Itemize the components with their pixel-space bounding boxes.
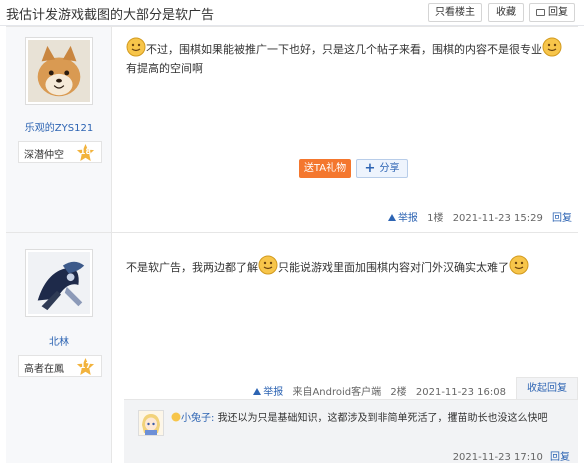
post-tail: 举报 来自Android客户端 2楼 2021-11-23 16:08 xyxy=(247,383,506,398)
level-title: 深潜仲空 xyxy=(24,150,64,161)
client-source: 来自Android客户端 xyxy=(292,387,382,398)
post-text-continued: 有提高的空间啊 xyxy=(126,62,203,75)
level-number: 17 xyxy=(79,361,92,370)
reply-link[interactable]: 回复 xyxy=(552,213,572,224)
figure-avatar-image xyxy=(28,252,90,314)
post-content: 不过，围棋如果能被推广一下也好，只是这几个帖子来看，围棋的内容不是很专业 有提高… xyxy=(126,37,568,78)
reply-icon xyxy=(536,9,545,16)
favorite-button[interactable]: 收藏 xyxy=(488,3,524,22)
sub-reply-content: 小兔子: 我还以为只是基础知识，这都涉及到非简单死活了，攫苗助长也没这么快吧 xyxy=(171,410,550,427)
smiley-emoji-icon xyxy=(542,37,562,57)
smiley-emoji-icon xyxy=(258,255,278,275)
thread-header: 我估计发游戏截图的大部分是软广告 只看楼主 收藏 回复 xyxy=(0,0,584,26)
level-badge: 高者在鳳 17 xyxy=(18,355,102,377)
anime-avatar-image xyxy=(139,411,163,435)
share-label: 分享 xyxy=(379,163,400,174)
post-tail: 举报 1楼 2021-11-23 15:29 回复 xyxy=(382,209,572,224)
reply-button-label: 回复 xyxy=(548,7,568,18)
post-time: 2021-11-23 16:08 xyxy=(415,387,506,398)
collapse-replies-button[interactable]: 收起回复 xyxy=(516,377,578,399)
share-button[interactable]: + 分享 xyxy=(356,159,408,178)
floor-number: 2楼 xyxy=(390,387,407,398)
author-sidebar: 北林 高者在鳳 17 xyxy=(6,233,112,463)
report-link[interactable]: 举报 xyxy=(263,387,283,398)
post-text: 不过，围棋如果能被推广一下也好，只是这几个帖子来看，围棋的内容不是很专业 xyxy=(146,43,542,56)
level-number: 18 xyxy=(79,147,92,156)
warning-icon xyxy=(253,388,262,395)
level-badge: 深潜仲空 18 xyxy=(18,141,102,163)
avatar[interactable] xyxy=(25,37,93,105)
smiley-emoji-icon xyxy=(126,37,146,57)
sub-reply-link[interactable]: 回复 xyxy=(550,452,570,463)
sub-reply-text: 我还以为只是基础知识，这都涉及到非简单死活了，攫苗助长也没这么快吧 xyxy=(217,413,548,424)
sub-reply-tail: 2021-11-23 17:10 回复 xyxy=(449,448,570,463)
post-content: 不是软广告，我两边都了解 只能说游戏里面加围棋内容对门外汉确实太难了 xyxy=(126,255,568,277)
sub-reply-time: 2021-11-23 17:10 xyxy=(452,452,543,463)
post-floor-2: 北林 高者在鳳 17 不是软广告，我两边都了解 只能说游戏里面加围棋内容对门外汉… xyxy=(6,232,578,463)
level-icon: 18 xyxy=(76,143,95,162)
post-time: 2021-11-23 15:29 xyxy=(452,213,543,224)
post-text: 不是软广告，我两边都了解 xyxy=(126,261,258,274)
thread-title: 我估计发游戏截图的大部分是软广告 xyxy=(6,8,215,23)
user-badge-icon xyxy=(171,411,181,422)
post-floor-1: 乐观的ZYS121 深潜仲空 18 不过，围棋如果能被推广一下也好，只是这几个帖… xyxy=(6,26,578,232)
shiba-avatar-image xyxy=(28,40,90,102)
author-sidebar: 乐观的ZYS121 深潜仲空 18 xyxy=(6,27,112,232)
smiley-emoji-icon xyxy=(509,255,529,275)
username[interactable]: 北林 xyxy=(6,333,112,348)
username[interactable]: 乐观的ZYS121 xyxy=(6,119,112,134)
send-gift-button[interactable]: 送TA礼物 xyxy=(299,159,351,178)
plus-icon: + xyxy=(364,161,376,176)
report-link[interactable]: 举报 xyxy=(398,213,418,224)
avatar[interactable] xyxy=(25,249,93,317)
reply-button[interactable]: 回复 xyxy=(529,3,575,22)
sub-reply-list: 小兔子: 我还以为只是基础知识，这都涉及到非简单死活了，攫苗助长也没这么快吧 2… xyxy=(124,399,578,463)
sub-reply-avatar[interactable] xyxy=(138,410,164,436)
warning-icon xyxy=(387,214,396,221)
level-title: 高者在鳳 xyxy=(24,364,64,375)
only-owner-button[interactable]: 只看楼主 xyxy=(428,3,482,22)
post-text-continued: 只能说游戏里面加围棋内容对门外汉确实太难了 xyxy=(278,261,509,274)
sub-reply-username[interactable]: 小兔子: xyxy=(181,413,214,424)
level-icon: 17 xyxy=(76,357,95,376)
floor-number: 1楼 xyxy=(427,213,444,224)
